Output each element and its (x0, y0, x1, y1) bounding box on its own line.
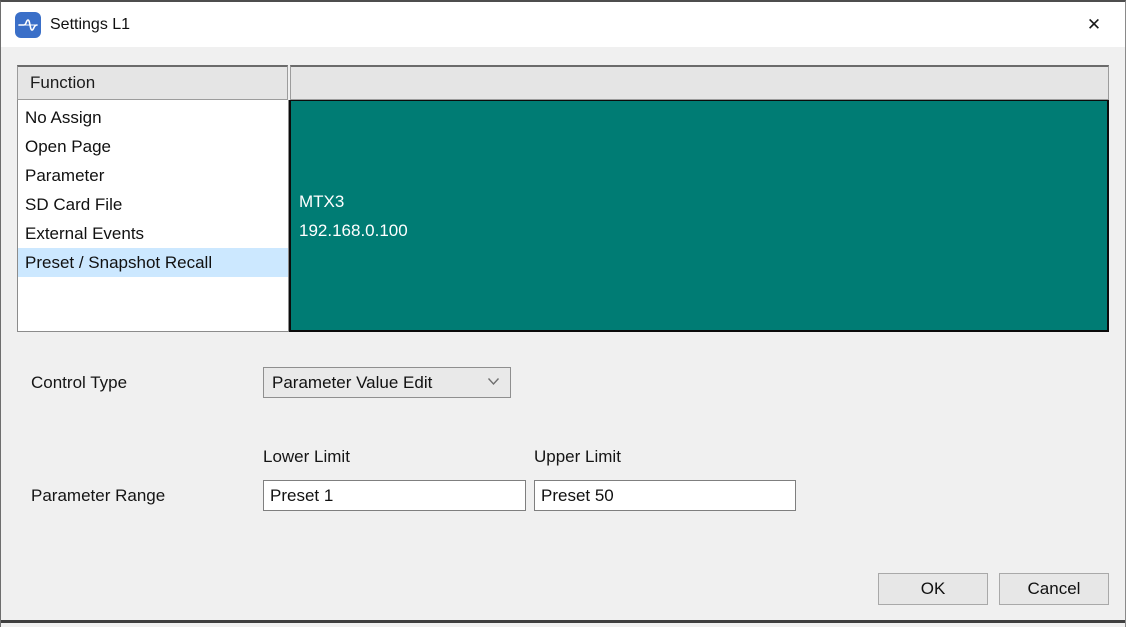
function-list[interactable]: No AssignOpen PageParameterSD Card FileE… (17, 100, 289, 332)
close-button[interactable]: ✕ (1071, 2, 1117, 47)
function-list-item[interactable]: No Assign (18, 103, 288, 132)
window-title: Settings L1 (50, 16, 130, 34)
lower-limit-input[interactable] (263, 480, 526, 511)
cancel-button[interactable]: Cancel (999, 573, 1109, 605)
control-type-label: Control Type (31, 373, 127, 393)
wave-curve-icon (18, 15, 38, 35)
app-icon (15, 12, 41, 38)
function-list-item[interactable]: Parameter (18, 161, 288, 190)
settings-dialog: Settings L1 ✕ Function No AssignOpen Pag… (0, 0, 1126, 627)
control-type-dropdown[interactable]: Parameter Value Edit (263, 367, 511, 398)
function-list-item[interactable]: SD Card File (18, 190, 288, 219)
chevron-down-icon (487, 377, 500, 386)
device-panel[interactable]: MTX3 192.168.0.100 (289, 100, 1109, 332)
device-ip: 192.168.0.100 (299, 216, 1107, 245)
device-name: MTX3 (299, 187, 1107, 216)
titlebar: Settings L1 ✕ (1, 2, 1125, 47)
function-list-item[interactable]: Open Page (18, 132, 288, 161)
table-header-row: Function (17, 65, 1109, 100)
function-column-header[interactable]: Function (17, 65, 288, 100)
window-bottom-edge (1, 620, 1125, 623)
upper-limit-input[interactable] (534, 480, 796, 511)
lower-limit-label: Lower Limit (263, 447, 350, 467)
function-list-item[interactable]: Preset / Snapshot Recall (18, 248, 288, 277)
function-list-item[interactable]: External Events (18, 219, 288, 248)
blank-column-header (290, 65, 1109, 100)
control-type-value: Parameter Value Edit (272, 373, 432, 393)
ok-button[interactable]: OK (878, 573, 988, 605)
parameter-range-label: Parameter Range (31, 486, 165, 506)
upper-limit-label: Upper Limit (534, 447, 621, 467)
